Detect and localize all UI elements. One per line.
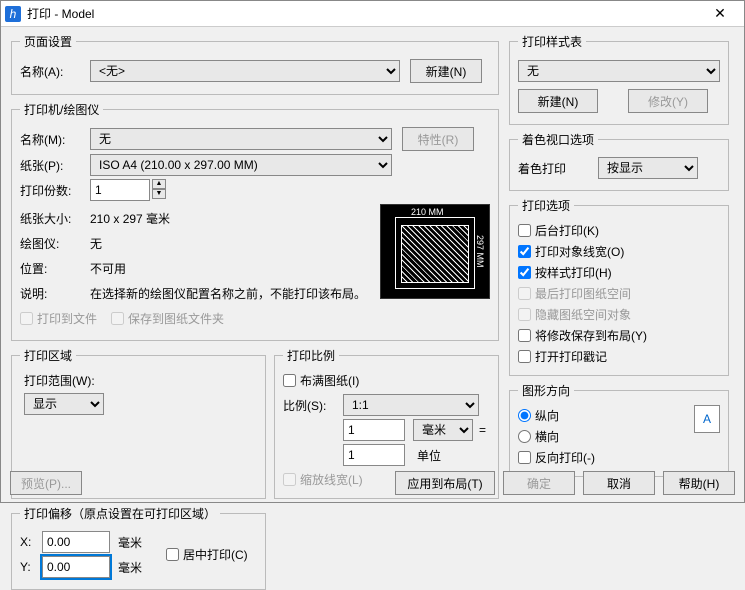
desc-value: 在选择新的绘图仪配置名称之前，不能打印该布局。 [90,285,366,302]
landscape-radio[interactable] [518,430,531,443]
fit-to-paper-cb[interactable] [283,374,296,387]
style-new-button[interactable]: 新建(N) [518,89,598,113]
title-bar: h 打印 - Model ✕ [1,1,744,27]
equals-label: = [479,423,486,437]
desc-label: 说明: [20,285,90,302]
style-table-legend: 打印样式表 [518,33,586,50]
page-setup-group: 页面设置 名称(A): <无> 新建(N) [11,33,499,95]
copies-input[interactable] [90,179,150,201]
spin-up-icon[interactable]: ▲ [152,179,166,189]
page-new-button[interactable]: 新建(N) [410,59,482,83]
plotter-value: 无 [90,235,102,252]
y-input[interactable] [42,556,110,578]
reverse-print-cb[interactable] [518,451,531,464]
page-name-label: 名称(A): [20,63,90,80]
shade-viewport-group: 着色视口选项 着色打印 按显示 [509,131,729,191]
paper-preview: 210 MM 297 MM [380,204,490,299]
properties-button: 特性(R) [402,127,474,151]
scale-num1-input[interactable] [343,419,405,441]
spin-down-icon[interactable]: ▼ [152,189,166,199]
scale-unit1-select[interactable]: 毫米 [413,419,473,441]
ok-button: 确定 [503,471,575,495]
app-icon: h [5,6,21,22]
ratio-label: 比例(S): [283,397,343,414]
options-legend: 打印选项 [518,197,574,214]
orient-legend: 图形方向 [518,382,574,399]
copies-label: 打印份数: [20,182,90,199]
window-title: 打印 - Model [27,5,700,22]
location-value: 不可用 [90,260,126,277]
scale-unit2-label: 单位 [417,447,441,464]
shade-label: 着色打印 [518,160,598,177]
hide-paperspace-cb [518,308,531,321]
range-select[interactable]: 显示 [24,393,104,415]
plotter-label: 绘图仪: [20,235,90,252]
range-label: 打印范围(W): [24,372,257,389]
lineweight-cb[interactable] [518,245,531,258]
save-sheet-cb [111,312,124,325]
x-unit: 毫米 [118,534,142,551]
scale-legend: 打印比例 [283,347,339,364]
size-label: 纸张大小: [20,210,90,227]
paper-select[interactable]: ISO A4 (210.00 x 297.00 MM) [90,154,392,176]
printer-name-select[interactable]: 无 [90,128,392,150]
style-modify-button: 修改(Y) [628,89,708,113]
cancel-button[interactable]: 取消 [583,471,655,495]
area-legend: 打印区域 [20,347,76,364]
page-setup-legend: 页面设置 [20,33,76,50]
y-unit: 毫米 [118,559,142,576]
printer-name-label: 名称(M): [20,131,90,148]
close-icon[interactable]: ✕ [700,5,740,22]
shade-legend: 着色视口选项 [518,131,598,148]
by-style-cb[interactable] [518,266,531,279]
print-to-file-cb [20,312,33,325]
last-paperspace-cb [518,287,531,300]
style-table-select[interactable]: 无 [518,60,720,82]
orientation-icon: A [694,405,720,433]
page-name-select[interactable]: <无> [90,60,400,82]
x-label: X: [20,535,42,549]
location-label: 位置: [20,260,90,277]
save-to-layout-cb[interactable] [518,329,531,342]
help-button[interactable]: 帮助(H) [663,471,735,495]
x-input[interactable] [42,531,110,553]
orientation-group: 图形方向 纵向 横向 反向打印(-) A [509,382,729,477]
style-table-group: 打印样式表 无 新建(N) 修改(Y) [509,33,729,125]
scale-num2-input[interactable] [343,444,405,466]
y-label: Y: [20,560,42,574]
print-offset-group: 打印偏移（原点设置在可打印区域） X: 毫米 Y: 毫米 居中打印(C) [11,505,266,590]
center-print-cb[interactable] [166,548,179,561]
portrait-radio[interactable] [518,409,531,422]
apply-layout-button[interactable]: 应用到布局(T) [395,471,495,495]
shade-select[interactable]: 按显示 [598,157,698,179]
preview-button: 预览(P)... [10,471,82,495]
offset-legend: 打印偏移（原点设置在可打印区域） [20,505,220,522]
size-value: 210 x 297 毫米 [90,210,170,227]
printer-legend: 打印机/绘图仪 [20,101,103,118]
bg-print-cb[interactable] [518,224,531,237]
printer-group: 打印机/绘图仪 名称(M): 无 特性(R) 纸张(P): ISO A4 (21… [11,101,499,341]
print-stamp-cb[interactable] [518,350,531,363]
print-options-group: 打印选项 后台打印(K) 打印对象线宽(O) 按样式打印(H) 最后打印图纸空间… [509,197,729,376]
ratio-select[interactable]: 1:1 [343,394,479,416]
paper-label: 纸张(P): [20,157,90,174]
